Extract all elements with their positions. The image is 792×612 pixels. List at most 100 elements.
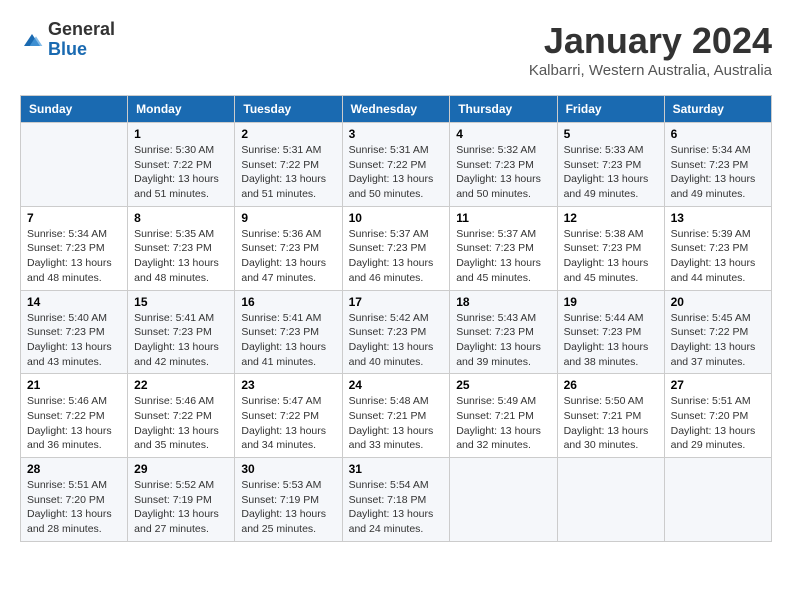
calendar-week-row: 7 Sunrise: 5:34 AMSunset: 7:23 PMDaylight… [21,206,772,290]
weekday-header: Sunday [21,96,128,123]
calendar-week-row: 14Sunrise: 5:40 AMSunset: 7:23 PMDayligh… [21,290,772,374]
day-number: 29 [134,462,228,476]
weekday-header: Thursday [450,96,557,123]
calendar-day-cell: 29 Sunrise: 5:52 AMSunset: 7:19 PMDayligh… [128,458,235,542]
calendar-day-cell: 16 Sunrise: 5:41 AMSunset: 7:23 PMDayligh… [235,290,342,374]
calendar-day-cell: 5 Sunrise: 5:33 AMSunset: 7:23 PMDaylight… [557,123,664,207]
day-info: Sunrise: 5:42 AMSunset: 7:23 PMDaylight:… [349,311,444,370]
calendar-day-cell: 10 Sunrise: 5:37 AMSunset: 7:23 PMDayligh… [342,206,450,290]
day-info: Sunrise: 5:49 AMSunset: 7:21 PMDaylight:… [456,394,550,453]
day-number: 16 [241,295,335,309]
day-info: Sunrise: 5:52 AMSunset: 7:19 PMDaylight:… [134,478,228,537]
day-number: 12 [564,211,658,225]
day-info: Sunrise: 5:34 AMSunset: 7:23 PMDaylight:… [671,143,765,202]
calendar-day-cell [21,123,128,207]
day-info: Sunrise: 5:37 AMSunset: 7:23 PMDaylight:… [349,227,444,286]
weekday-header-row: SundayMondayTuesdayWednesdayThursdayFrid… [21,96,772,123]
calendar-day-cell: 18 Sunrise: 5:43 AMSunset: 7:23 PMDayligh… [450,290,557,374]
day-info: Sunrise: 5:53 AMSunset: 7:19 PMDaylight:… [241,478,335,537]
calendar-day-cell: 25Sunrise: 5:49 AMSunset: 7:21 PMDayligh… [450,374,557,458]
day-info: Sunrise: 5:36 AMSunset: 7:23 PMDaylight:… [241,227,335,286]
logo: General Blue [20,20,115,60]
day-info: Sunrise: 5:30 AMSunset: 7:22 PMDaylight:… [134,143,228,202]
day-number: 27 [671,378,765,392]
calendar-day-cell: 2 Sunrise: 5:31 AMSunset: 7:22 PMDaylight… [235,123,342,207]
calendar-day-cell: 28 Sunrise: 5:51 AMSunset: 7:20 PMDayligh… [21,458,128,542]
day-number: 30 [241,462,335,476]
day-number: 24 [349,378,444,392]
calendar-day-cell: 14Sunrise: 5:40 AMSunset: 7:23 PMDayligh… [21,290,128,374]
calendar-day-cell [557,458,664,542]
day-number: 2 [241,127,335,141]
calendar-day-cell: 20 Sunrise: 5:45 AMSunset: 7:22 PMDayligh… [664,290,771,374]
logo-icon [20,30,44,50]
day-info: Sunrise: 5:35 AMSunset: 7:23 PMDaylight:… [134,227,228,286]
day-number: 31 [349,462,444,476]
day-info: Sunrise: 5:51 AMSunset: 7:20 PMDaylight:… [27,478,121,537]
calendar-day-cell: 19 Sunrise: 5:44 AMSunset: 7:23 PMDayligh… [557,290,664,374]
calendar-day-cell: 6 Sunrise: 5:34 AMSunset: 7:23 PMDaylight… [664,123,771,207]
calendar-day-cell: 8 Sunrise: 5:35 AMSunset: 7:23 PMDaylight… [128,206,235,290]
day-info: Sunrise: 5:51 AMSunset: 7:20 PMDaylight:… [671,394,765,453]
weekday-header: Tuesday [235,96,342,123]
calendar-week-row: 1 Sunrise: 5:30 AMSunset: 7:22 PMDaylight… [21,123,772,207]
day-info: Sunrise: 5:31 AMSunset: 7:22 PMDaylight:… [349,143,444,202]
day-info: Sunrise: 5:37 AMSunset: 7:23 PMDaylight:… [456,227,550,286]
day-info: Sunrise: 5:47 AMSunset: 7:22 PMDaylight:… [241,394,335,453]
calendar-week-row: 28 Sunrise: 5:51 AMSunset: 7:20 PMDayligh… [21,458,772,542]
calendar-day-cell: 1 Sunrise: 5:30 AMSunset: 7:22 PMDaylight… [128,123,235,207]
day-number: 19 [564,295,658,309]
day-number: 9 [241,211,335,225]
calendar-day-cell: 12Sunrise: 5:38 AMSunset: 7:23 PMDayligh… [557,206,664,290]
day-number: 23 [241,378,335,392]
day-number: 5 [564,127,658,141]
day-number: 8 [134,211,228,225]
day-info: Sunrise: 5:46 AMSunset: 7:22 PMDaylight:… [27,394,121,453]
day-number: 18 [456,295,550,309]
month-title: January 2024 [529,20,772,62]
day-number: 1 [134,127,228,141]
day-number: 6 [671,127,765,141]
day-info: Sunrise: 5:33 AMSunset: 7:23 PMDaylight:… [564,143,658,202]
title-block: January 2024 Kalbarri, Western Australia… [529,20,772,79]
calendar-day-cell: 7 Sunrise: 5:34 AMSunset: 7:23 PMDaylight… [21,206,128,290]
calendar-day-cell: 26 Sunrise: 5:50 AMSunset: 7:21 PMDayligh… [557,374,664,458]
day-info: Sunrise: 5:50 AMSunset: 7:21 PMDaylight:… [564,394,658,453]
day-number: 26 [564,378,658,392]
day-info: Sunrise: 5:54 AMSunset: 7:18 PMDaylight:… [349,478,444,537]
weekday-header: Friday [557,96,664,123]
day-number: 7 [27,211,121,225]
day-number: 21 [27,378,121,392]
calendar-day-cell: 22 Sunrise: 5:46 AMSunset: 7:22 PMDayligh… [128,374,235,458]
calendar-day-cell: 31 Sunrise: 5:54 AMSunset: 7:18 PMDayligh… [342,458,450,542]
day-info: Sunrise: 5:39 AMSunset: 7:23 PMDaylight:… [671,227,765,286]
day-number: 20 [671,295,765,309]
day-number: 17 [349,295,444,309]
day-info: Sunrise: 5:31 AMSunset: 7:22 PMDaylight:… [241,143,335,202]
day-number: 4 [456,127,550,141]
day-number: 22 [134,378,228,392]
logo-blue-text: Blue [48,39,87,59]
day-info: Sunrise: 5:41 AMSunset: 7:23 PMDaylight:… [134,311,228,370]
day-info: Sunrise: 5:45 AMSunset: 7:22 PMDaylight:… [671,311,765,370]
day-number: 14 [27,295,121,309]
calendar-day-cell: 17 Sunrise: 5:42 AMSunset: 7:23 PMDayligh… [342,290,450,374]
day-number: 28 [27,462,121,476]
calendar-day-cell: 11Sunrise: 5:37 AMSunset: 7:23 PMDayligh… [450,206,557,290]
day-info: Sunrise: 5:44 AMSunset: 7:23 PMDaylight:… [564,311,658,370]
calendar-table: SundayMondayTuesdayWednesdayThursdayFrid… [20,95,772,542]
day-info: Sunrise: 5:46 AMSunset: 7:22 PMDaylight:… [134,394,228,453]
day-number: 3 [349,127,444,141]
day-info: Sunrise: 5:34 AMSunset: 7:23 PMDaylight:… [27,227,121,286]
calendar-day-cell: 30 Sunrise: 5:53 AMSunset: 7:19 PMDayligh… [235,458,342,542]
day-info: Sunrise: 5:41 AMSunset: 7:23 PMDaylight:… [241,311,335,370]
day-info: Sunrise: 5:43 AMSunset: 7:23 PMDaylight:… [456,311,550,370]
page-header: General Blue January 2024 Kalbarri, West… [20,20,772,79]
logo-general-text: General [48,19,115,39]
calendar-day-cell: 24Sunrise: 5:48 AMSunset: 7:21 PMDayligh… [342,374,450,458]
calendar-day-cell: 9 Sunrise: 5:36 AMSunset: 7:23 PMDaylight… [235,206,342,290]
calendar-day-cell [450,458,557,542]
weekday-header: Saturday [664,96,771,123]
day-number: 10 [349,211,444,225]
calendar-day-cell: 23 Sunrise: 5:47 AMSunset: 7:22 PMDayligh… [235,374,342,458]
